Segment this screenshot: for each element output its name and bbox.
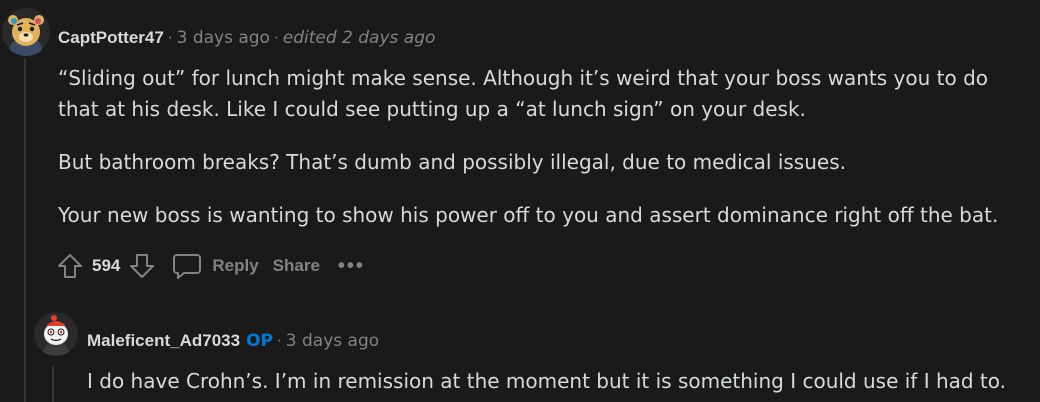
user-avatar[interactable] bbox=[2, 8, 50, 56]
comment-meta: CaptPotter47 · 3 days ago · edited 2 days ag… bbox=[58, 28, 435, 48]
reply-label: Reply bbox=[212, 256, 259, 275]
reply-thread-line[interactable] bbox=[52, 366, 54, 402]
share-label: Share bbox=[272, 256, 320, 275]
reply-button[interactable]: Reply bbox=[172, 252, 259, 280]
share-button[interactable]: Share bbox=[273, 256, 320, 276]
more-options-button[interactable]: ••• bbox=[338, 256, 365, 276]
comment-meta: Maleficent_Ad7033 OP · 3 days ago bbox=[87, 331, 379, 351]
comment-body: “Sliding out” for lunch might make sense… bbox=[58, 63, 1018, 253]
author-name[interactable]: CaptPotter47 bbox=[58, 28, 164, 47]
comment-paragraph: But bathroom breaks? That’s dumb and pos… bbox=[58, 150, 846, 174]
author-name[interactable]: Maleficent_Ad7033 bbox=[87, 331, 240, 350]
avatar-image bbox=[2, 8, 50, 56]
comment-thread: CaptPotter47 · 3 days ago · edited 2 days ag… bbox=[0, 0, 1040, 402]
comment-paragraph: Your new boss is wanting to show his pow… bbox=[58, 203, 999, 227]
separator-dot: · bbox=[277, 332, 282, 350]
timestamp[interactable]: 3 days ago bbox=[286, 331, 379, 351]
op-badge: OP bbox=[246, 331, 273, 351]
vote-score: 594 bbox=[92, 256, 121, 275]
ellipsis-icon: ••• bbox=[337, 255, 365, 277]
comment-body: I do have Crohn’s. I’m in remission at t… bbox=[87, 366, 1040, 402]
separator-dot: · bbox=[167, 29, 173, 47]
speech-bubble-icon bbox=[173, 254, 202, 279]
separator-dot: · bbox=[273, 29, 279, 47]
edited-timestamp: edited 2 days ago bbox=[282, 28, 436, 48]
comment-paragraph: I do have Crohn’s. I’m in remission at t… bbox=[87, 369, 1007, 393]
arrow-up-icon bbox=[58, 254, 82, 278]
timestamp[interactable]: 3 days ago bbox=[177, 28, 270, 48]
upvote-button[interactable] bbox=[54, 250, 86, 282]
downvote-button[interactable] bbox=[126, 250, 158, 282]
arrow-down-icon bbox=[130, 254, 155, 278]
comment-actions: 594 Reply Share ••• bbox=[54, 249, 365, 283]
user-avatar[interactable] bbox=[34, 312, 78, 356]
thread-collapse-line[interactable] bbox=[24, 58, 26, 402]
avatar-image bbox=[34, 312, 78, 356]
comment-paragraph: “Sliding out” for lunch might make sense… bbox=[58, 66, 989, 121]
